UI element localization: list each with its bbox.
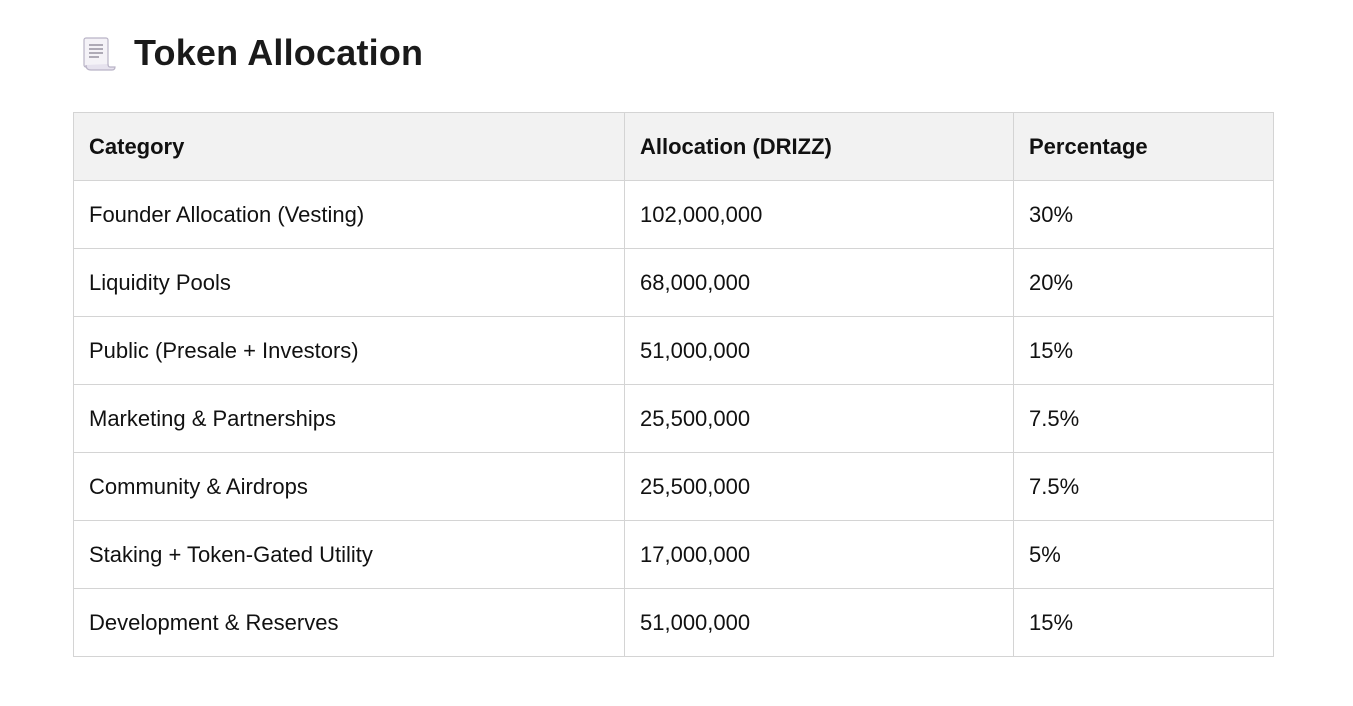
column-header-allocation: Allocation (DRIZZ) bbox=[624, 112, 1014, 181]
table-row: Community & Airdrops 25,500,000 7.5% bbox=[73, 452, 1274, 521]
cell-allocation: 25,500,000 bbox=[624, 384, 1014, 453]
cell-category: Liquidity Pools bbox=[73, 248, 625, 317]
table-header-row: Category Allocation (DRIZZ) Percentage bbox=[73, 112, 1274, 181]
cell-category: Staking + Token-Gated Utility bbox=[73, 520, 625, 589]
cell-percentage: 20% bbox=[1013, 248, 1274, 317]
cell-allocation: 68,000,000 bbox=[624, 248, 1014, 317]
cell-percentage: 7.5% bbox=[1013, 384, 1274, 453]
scroll-document-icon bbox=[80, 33, 116, 73]
cell-allocation: 25,500,000 bbox=[624, 452, 1014, 521]
cell-percentage: 15% bbox=[1013, 588, 1274, 657]
cell-allocation: 17,000,000 bbox=[624, 520, 1014, 589]
cell-allocation: 51,000,000 bbox=[624, 316, 1014, 385]
page-title: Token Allocation bbox=[134, 32, 424, 73]
cell-percentage: 15% bbox=[1013, 316, 1274, 385]
table-row: Development & Reserves 51,000,000 15% bbox=[73, 588, 1274, 657]
cell-category: Marketing & Partnerships bbox=[73, 384, 625, 453]
table-row: Marketing & Partnerships 25,500,000 7.5% bbox=[73, 384, 1274, 453]
token-allocation-table: Category Allocation (DRIZZ) Percentage F… bbox=[73, 112, 1274, 657]
table-row: Liquidity Pools 68,000,000 20% bbox=[73, 248, 1274, 317]
cell-percentage: 5% bbox=[1013, 520, 1274, 589]
column-header-percentage: Percentage bbox=[1013, 112, 1274, 181]
table-row: Public (Presale + Investors) 51,000,000 … bbox=[73, 316, 1274, 385]
cell-percentage: 7.5% bbox=[1013, 452, 1274, 521]
cell-category: Community & Airdrops bbox=[73, 452, 625, 521]
cell-category: Development & Reserves bbox=[73, 588, 625, 657]
cell-allocation: 102,000,000 bbox=[624, 180, 1014, 249]
cell-category: Public (Presale + Investors) bbox=[73, 316, 625, 385]
page-heading: Token Allocation bbox=[80, 30, 423, 76]
cell-allocation: 51,000,000 bbox=[624, 588, 1014, 657]
cell-percentage: 30% bbox=[1013, 180, 1274, 249]
cell-category: Founder Allocation (Vesting) bbox=[73, 180, 625, 249]
table-row: Staking + Token-Gated Utility 17,000,000… bbox=[73, 520, 1274, 589]
page: Token Allocation Category Allocation (DR… bbox=[0, 0, 1353, 706]
table-row: Founder Allocation (Vesting) 102,000,000… bbox=[73, 180, 1274, 249]
column-header-category: Category bbox=[73, 112, 625, 181]
